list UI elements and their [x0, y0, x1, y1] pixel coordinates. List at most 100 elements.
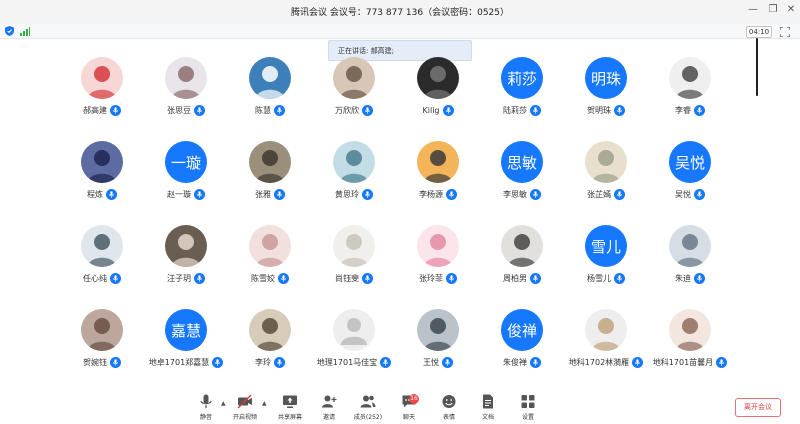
- microphone-icon: [448, 275, 455, 282]
- participant-name-row: 万欣欣: [311, 105, 397, 116]
- mic-status-icon: [194, 105, 205, 116]
- participant-tile[interactable]: 李杨源: [395, 139, 479, 223]
- mic-status-icon: [530, 357, 541, 368]
- participant-tile[interactable]: Kilig: [395, 55, 479, 139]
- members-icon: [360, 395, 376, 408]
- share-screen-button[interactable]: 共享屏幕: [273, 394, 307, 424]
- participant-tile[interactable]: 地理1701马佳宝: [311, 307, 395, 391]
- microphone-icon: [532, 191, 539, 198]
- participant-tile[interactable]: 地科1702林漪雁: [563, 307, 647, 391]
- avatar: [417, 309, 459, 351]
- mic-status-icon: [362, 189, 373, 200]
- participant-name: 张玲菲: [419, 274, 443, 283]
- participant-name: 地理1701马佳宝: [316, 358, 378, 367]
- close-button[interactable]: ✕: [784, 4, 798, 15]
- mic-status-icon: [694, 105, 705, 116]
- participant-tile[interactable]: 张芷嫣: [563, 139, 647, 223]
- minimize-button[interactable]: —: [746, 4, 760, 15]
- participant-tile[interactable]: 张雅: [227, 139, 311, 223]
- participant-tile[interactable]: 雪儿 杨雪儿: [563, 223, 647, 307]
- microphone-icon: [696, 275, 703, 282]
- participant-tile[interactable]: 思敏 李思敏: [479, 139, 563, 223]
- participant-name: 贺明珠: [587, 106, 611, 115]
- title-bar: 腾讯会议 会议号：773 877 136（会议密码：0525） — ❐ ✕: [0, 0, 800, 24]
- microphone-icon: [364, 275, 371, 282]
- participant-tile[interactable]: 陈雪姣: [227, 223, 311, 307]
- mic-status-icon: [110, 273, 121, 284]
- invite-icon: [322, 395, 337, 408]
- participant-name-row: Kilig: [395, 105, 481, 116]
- participant-name-row: 地科1702林漪雁: [563, 357, 649, 368]
- participant-tile[interactable]: 地科1701苗馨月: [647, 307, 731, 391]
- participant-tile[interactable]: 王悦: [395, 307, 479, 391]
- status-bar: [0, 24, 800, 39]
- restore-button[interactable]: ❐: [766, 4, 780, 15]
- audio-options-caret[interactable]: ▲: [221, 400, 227, 407]
- settings-button[interactable]: 设置: [517, 394, 539, 424]
- participant-tile[interactable]: 吴悦 吴悦: [647, 139, 731, 223]
- settings-label: 设置: [521, 414, 534, 421]
- avatar: [81, 141, 123, 183]
- mic-status-icon: [442, 357, 453, 368]
- participant-tile[interactable]: 明珠 贺明珠: [563, 55, 647, 139]
- leave-meeting-button[interactable]: 离开会议: [735, 398, 781, 417]
- scrollbar[interactable]: [756, 38, 758, 96]
- participant-tile[interactable]: 一璇 赵一璇: [143, 139, 227, 223]
- participant-tile[interactable]: 周柏男: [479, 223, 563, 307]
- participant-tile[interactable]: 黄思玲: [311, 139, 395, 223]
- microphone-icon: [112, 107, 119, 114]
- participant-name: 尚钰斐: [335, 274, 359, 283]
- avatar: [81, 309, 123, 351]
- microphone-icon: [276, 359, 283, 366]
- participant-tile[interactable]: 张玲菲: [395, 223, 479, 307]
- avatar: 一璇: [165, 141, 207, 183]
- signal-icon[interactable]: [20, 27, 30, 36]
- chat-button[interactable]: 16 聊天: [398, 394, 420, 424]
- participant-tile[interactable]: 汪子玥: [143, 223, 227, 307]
- reactions-button[interactable]: 表情: [438, 394, 460, 424]
- participant-name-row: 王悦: [395, 357, 481, 368]
- video-button[interactable]: 开启视频: [230, 394, 260, 424]
- participant-name-row: 吴悦: [647, 189, 733, 200]
- participant-name-row: 郝高建: [59, 105, 145, 116]
- participant-tile[interactable]: 万欣欣: [311, 55, 395, 139]
- video-options-caret[interactable]: ▲: [262, 400, 268, 407]
- microphone-icon: [383, 359, 389, 366]
- avatar: [81, 57, 123, 99]
- mute-button[interactable]: 静音: [195, 394, 217, 424]
- microphone-icon: [444, 359, 451, 366]
- avatar: 明珠: [585, 57, 627, 99]
- participant-name-row: 地卓1701郑嘉慧: [143, 357, 229, 368]
- participant-tile[interactable]: 张思豆: [143, 55, 227, 139]
- shield-icon[interactable]: [5, 26, 14, 36]
- participant-tile[interactable]: 李睿: [647, 55, 731, 139]
- participant-name-row: 张芷嫣: [563, 189, 649, 200]
- avatar: [417, 225, 459, 267]
- microphone-icon: [719, 359, 725, 366]
- participant-tile[interactable]: 尚钰斐: [311, 223, 395, 307]
- participant-tile[interactable]: 李玲: [227, 307, 311, 391]
- participant-name-row: 朱迪: [647, 273, 733, 284]
- avatar: [669, 225, 711, 267]
- members-button[interactable]: 成员(252): [350, 394, 386, 424]
- settings-grid-icon: [521, 395, 535, 408]
- mic-status-icon: [614, 273, 625, 284]
- documents-button[interactable]: 文档: [477, 394, 499, 424]
- participant-tile[interactable]: 朱迪: [647, 223, 731, 307]
- participant-tile[interactable]: 陈慧: [227, 55, 311, 139]
- participant-tile[interactable]: 贺婉钰: [59, 307, 143, 391]
- participant-tile[interactable]: 程炼: [59, 139, 143, 223]
- participant-tile[interactable]: 郝高建: [59, 55, 143, 139]
- fullscreen-icon[interactable]: [780, 27, 790, 37]
- participant-tile[interactable]: 任心纯: [59, 223, 143, 307]
- smiley-icon: [442, 395, 456, 408]
- participant-tile[interactable]: 莉莎 陆莉莎: [479, 55, 563, 139]
- participant-tile[interactable]: 嘉慧 地卓1701郑嘉慧: [143, 307, 227, 391]
- avatar: [165, 225, 207, 267]
- participant-name: Kilig: [422, 106, 440, 115]
- participant-name: 周柏男: [503, 274, 527, 283]
- mic-status-icon: [106, 189, 117, 200]
- invite-button[interactable]: 邀请: [318, 394, 340, 424]
- participant-tile[interactable]: 俊禅 朱俊禅: [479, 307, 563, 391]
- share-screen-label: 共享屏幕: [277, 414, 302, 421]
